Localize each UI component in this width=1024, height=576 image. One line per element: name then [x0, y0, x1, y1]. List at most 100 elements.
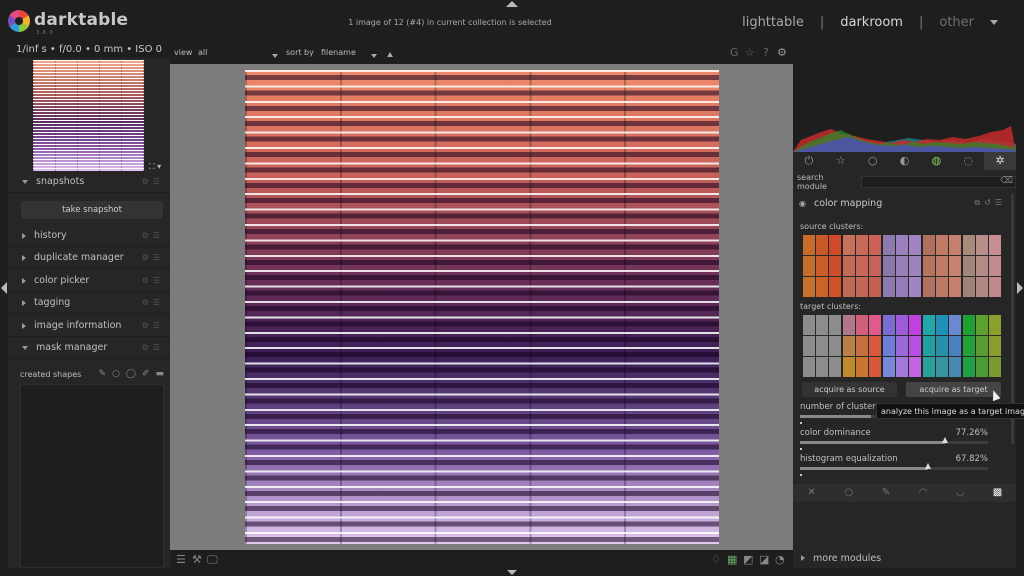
blend-parametric-icon[interactable]: ◠ — [905, 484, 942, 502]
color-swatch — [896, 277, 908, 297]
slider-knob[interactable] — [942, 437, 949, 443]
focus-peaking-icon[interactable]: ♢ — [711, 553, 721, 566]
styles-icon[interactable]: ⚒ — [192, 553, 202, 566]
color-swatch — [936, 277, 948, 297]
gradient-shape-icon[interactable]: ▬ — [155, 369, 164, 379]
blend-off-icon[interactable]: ✕ — [793, 484, 830, 502]
view-darkroom[interactable]: darkroom — [840, 15, 903, 30]
chevron-down-icon[interactable] — [371, 51, 377, 60]
acquire-as-source-button[interactable]: acquire as source — [802, 382, 897, 397]
acquire-as-target-button[interactable]: acquire as target — [906, 382, 1001, 397]
blend-uniform-icon[interactable]: ○ — [830, 484, 867, 502]
blend-drawn-icon[interactable]: ✎ — [867, 484, 904, 502]
color-cluster — [843, 235, 881, 297]
histogram[interactable] — [793, 44, 1016, 152]
image-canvas[interactable] — [170, 64, 793, 550]
raw-overexposed-icon[interactable]: ◩ — [743, 553, 753, 566]
power-icon[interactable]: ⏻ — [793, 152, 825, 170]
color-swatch — [816, 357, 828, 377]
histogram-equalization-value: 67.82% — [955, 454, 988, 464]
color-swatch — [949, 256, 961, 276]
histogram-equalization-slider[interactable] — [800, 463, 988, 470]
edited-image[interactable] — [245, 70, 719, 544]
clipping-icon[interactable]: ◪ — [759, 553, 769, 566]
view-filter-select[interactable]: all — [198, 48, 207, 57]
blend-drawn-parametric-icon[interactable]: ◡ — [942, 484, 979, 502]
module-actions-icon[interactable]: ⚙☰ — [142, 298, 164, 307]
color-assessment-icon[interactable]: ▦ — [727, 553, 737, 566]
color-swatch — [843, 235, 855, 255]
color-swatch — [936, 256, 948, 276]
created-shapes-list[interactable] — [20, 384, 164, 568]
module-mask-manager[interactable]: mask manager ⚙☰ — [8, 337, 170, 359]
chevron-down-icon[interactable] — [272, 51, 278, 60]
help-icon[interactable]: ? — [763, 46, 769, 59]
color-swatch — [843, 256, 855, 276]
color-swatch — [883, 336, 895, 356]
ellipse-shape-icon[interactable]: ◯ — [126, 369, 136, 379]
collapse-left-arrow-icon[interactable] — [1, 282, 7, 294]
module-image-information[interactable]: image information ⚙☰ — [8, 315, 170, 337]
color-swatch — [856, 315, 868, 335]
color-swatch — [989, 357, 1001, 377]
slider-fill — [800, 467, 928, 470]
chevron-down-icon[interactable] — [990, 20, 998, 25]
correct-icon[interactable]: ◌ — [952, 152, 984, 170]
collapse-icon — [22, 322, 26, 329]
color-swatch — [803, 256, 815, 276]
view-lighttable[interactable]: lighttable — [742, 15, 804, 30]
effect-palette-icon[interactable]: ✲ — [984, 152, 1017, 170]
take-snapshot-button[interactable]: take snapshot — [21, 201, 163, 219]
base-circle-icon[interactable]: ○ — [857, 152, 889, 170]
star-icon[interactable]: ☆ — [745, 46, 755, 59]
power-icon[interactable]: ◉ — [799, 199, 806, 208]
path-shape-icon[interactable]: ✎ — [98, 369, 106, 379]
tone-icon[interactable]: ◐ — [889, 152, 921, 170]
module-actions-icon[interactable]: ⚙☰ — [142, 321, 164, 330]
collapse-icon — [22, 299, 26, 306]
module-actions-icon[interactable]: ⚙☰ — [142, 231, 164, 240]
module-actions-icon[interactable]: ⚙☰ — [142, 343, 164, 352]
app-brand: darktable — [34, 10, 129, 30]
color-swatch — [963, 315, 975, 335]
collapse-icon — [22, 277, 26, 284]
blend-raster-icon[interactable]: ▩ — [979, 484, 1016, 502]
color-swatch — [883, 256, 895, 276]
sort-by-select[interactable]: filename — [321, 48, 356, 57]
color-icon[interactable]: ◍ — [920, 152, 952, 170]
color-mapping-header[interactable]: ◉ color mapping ⧉↺☰ — [793, 192, 1016, 214]
module-actions-icon[interactable]: ⚙☰ — [142, 177, 164, 186]
circle-shape-icon[interactable]: ○ — [112, 369, 120, 379]
sort-order-icon[interactable] — [387, 50, 393, 59]
second-window-icon[interactable]: 🖵 — [207, 553, 218, 567]
module-duplicate-manager[interactable]: duplicate manager ⚙☰ — [8, 247, 170, 269]
favorites-star-icon[interactable]: ☆ — [825, 152, 857, 170]
presets-icon[interactable]: ☰ — [176, 553, 186, 566]
more-modules-row[interactable]: more modules — [793, 550, 1016, 566]
module-actions-icon[interactable]: ⧉↺☰ — [974, 198, 1006, 208]
color-dominance-slider[interactable] — [800, 437, 988, 444]
color-swatch — [829, 277, 841, 297]
grouping-icon[interactable]: G — [730, 46, 739, 59]
softproof-icon[interactable]: ◔ — [775, 553, 785, 566]
target-clusters-label: target clusters: — [800, 302, 861, 311]
module-history[interactable]: history ⚙☰ — [8, 225, 170, 247]
color-swatch — [843, 357, 855, 377]
color-swatch — [856, 277, 868, 297]
module-color-picker[interactable]: color picker ⚙☰ — [8, 270, 170, 292]
module-actions-icon[interactable]: ⚙☰ — [142, 276, 164, 285]
clear-search-icon[interactable]: ⌫ — [1000, 176, 1013, 186]
gear-icon[interactable]: ⚙ — [777, 46, 787, 59]
slider-knob[interactable] — [924, 463, 931, 469]
collapse-icon — [801, 555, 805, 561]
color-swatch — [936, 336, 948, 356]
search-module-input[interactable]: ⌫ — [860, 176, 1016, 188]
module-tagging[interactable]: tagging ⚙☰ — [8, 292, 170, 314]
view-other[interactable]: other — [939, 15, 974, 30]
collapse-top-arrow-icon[interactable] — [506, 1, 518, 7]
collapse-right-arrow-icon[interactable] — [1017, 282, 1023, 294]
module-actions-icon[interactable]: ⚙☰ — [142, 253, 164, 262]
brush-shape-icon[interactable]: ✐ — [142, 369, 150, 379]
module-snapshots[interactable]: snapshots ⚙☰ — [8, 171, 170, 193]
navigation-thumbnail[interactable] — [33, 60, 144, 171]
